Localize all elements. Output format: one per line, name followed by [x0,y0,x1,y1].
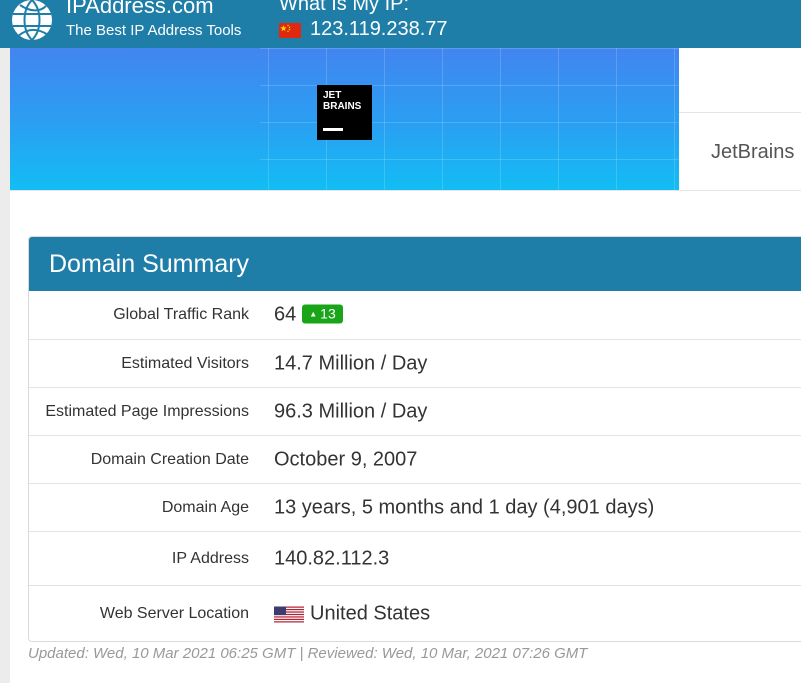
banner-divider [10,190,801,191]
row-label: Domain Age [161,498,249,516]
row-ip-address: IP Address 140.82.112.3 [29,531,801,585]
rank-change-badge: ▲ 13 [302,304,343,324]
row-label: Domain Creation Date [90,450,249,468]
china-flag-icon [279,23,301,38]
row-label: Web Server Location [99,604,249,622]
ip-address-link[interactable]: 140.82.112.3 [274,547,389,570]
brand-title[interactable]: IPAddress.com [66,0,214,19]
globe-logo-icon[interactable] [10,0,54,42]
domain-summary-title: Domain Summary [29,237,801,291]
jetbrains-logo-text: JET BRAINS [323,90,362,112]
main-content: JET BRAINS JetBrains Domain Summary Glob… [10,48,801,683]
row-label: IP Address [171,549,249,567]
row-value: 14.7 Million / Day [274,352,428,374]
row-value: October 9, 2007 [274,448,418,470]
row-global-traffic-rank: Global Traffic Rank 64 ▲ 13 [29,291,801,339]
row-domain-creation-date: Domain Creation Date October 9, 2007 [29,435,801,483]
top-header-bar: IPAddress.com The Best IP Address Tools … [0,0,801,48]
row-value: 64 ▲ 13 [274,304,343,327]
my-ip-value[interactable]: 123.119.238.77 [310,18,448,41]
brand-tagline: The Best IP Address Tools [66,22,242,39]
server-location-value: United States [310,602,431,624]
row-web-server-location: Web Server Location United States [29,585,801,641]
row-label: Estimated Page Impressions [45,402,249,420]
row-value: 13 years, 5 months and 1 day (4,901 days… [274,496,655,518]
row-label: Global Traffic Rank [113,306,249,323]
arrow-up-icon: ▲ [309,309,318,319]
side-panel-divider [679,112,801,113]
row-value: United States [274,602,430,625]
my-ip-label[interactable]: What Is My IP: [279,0,409,16]
traffic-rank-value: 64 [274,303,297,326]
row-value: 96.3 Million / Day [274,400,428,422]
jetbrains-banner: JET BRAINS [10,48,679,190]
row-domain-age: Domain Age 13 years, 5 months and 1 day … [29,483,801,531]
rank-change-value: 13 [320,305,336,322]
banner-side-panel: JetBrains [679,48,801,190]
row-estimated-visitors: Estimated Visitors 14.7 Million / Day [29,339,801,387]
jetbrains-logo: JET BRAINS [317,85,372,140]
domain-summary-card: Domain Summary Global Traffic Rank 64 ▲ 13… [28,236,801,642]
updated-reviewed-note: Updated: Wed, 10 Mar 2021 06:25 GMT | Re… [28,645,588,662]
us-flag-icon [274,606,304,622]
row-estimated-page-impressions: Estimated Page Impressions 96.3 Million … [29,387,801,435]
jetbrains-logo-underline [323,128,343,131]
company-name: JetBrains [711,141,795,163]
row-label: Estimated Visitors [121,354,249,372]
